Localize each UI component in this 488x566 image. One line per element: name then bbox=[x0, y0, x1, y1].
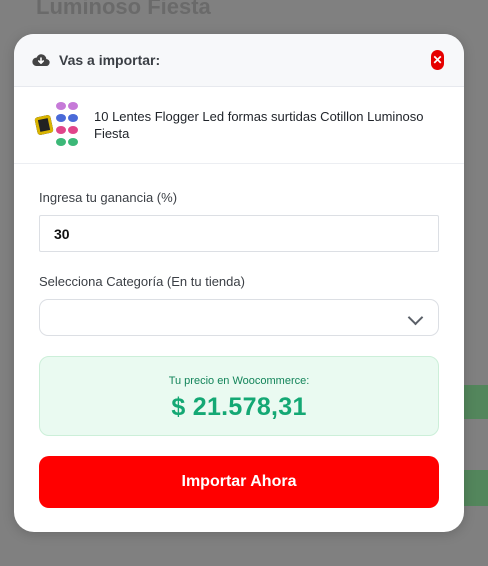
import-form: Ingresa tu ganancia (%) Selecciona Categ… bbox=[14, 164, 464, 508]
background-green-button bbox=[464, 470, 488, 506]
import-modal: Vas a importar: ✕ 10 Lentes Flogger Led … bbox=[14, 34, 464, 532]
product-title: 10 Lentes Flogger Led formas surtidas Co… bbox=[94, 109, 424, 141]
cloud-download-icon bbox=[32, 53, 50, 67]
category-select[interactable] bbox=[39, 299, 439, 336]
modal-title: Vas a importar: bbox=[59, 52, 161, 68]
category-label: Selecciona Categoría (En tu tienda) bbox=[39, 274, 245, 289]
background-green-element bbox=[464, 385, 488, 419]
profit-label: Ingresa tu ganancia (%) bbox=[39, 190, 178, 205]
product-thumbnail bbox=[34, 102, 80, 148]
price-label: Tu precio en Woocommerce: bbox=[168, 375, 310, 387]
import-now-button[interactable]: Importar Ahora bbox=[39, 456, 439, 508]
background-page-title: Luminoso Fiesta bbox=[36, 0, 211, 19]
modal-header: Vas a importar: ✕ bbox=[14, 34, 464, 87]
product-row: 10 Lentes Flogger Led formas surtidas Co… bbox=[14, 87, 464, 164]
chevron-down-icon bbox=[407, 309, 424, 326]
close-button[interactable]: ✕ bbox=[431, 50, 444, 70]
price-box: Tu precio en Woocommerce: $ 21.578,31 bbox=[39, 356, 439, 436]
profit-input[interactable] bbox=[39, 215, 439, 252]
price-value: $ 21.578,31 bbox=[171, 393, 307, 421]
close-icon: ✕ bbox=[432, 53, 443, 67]
